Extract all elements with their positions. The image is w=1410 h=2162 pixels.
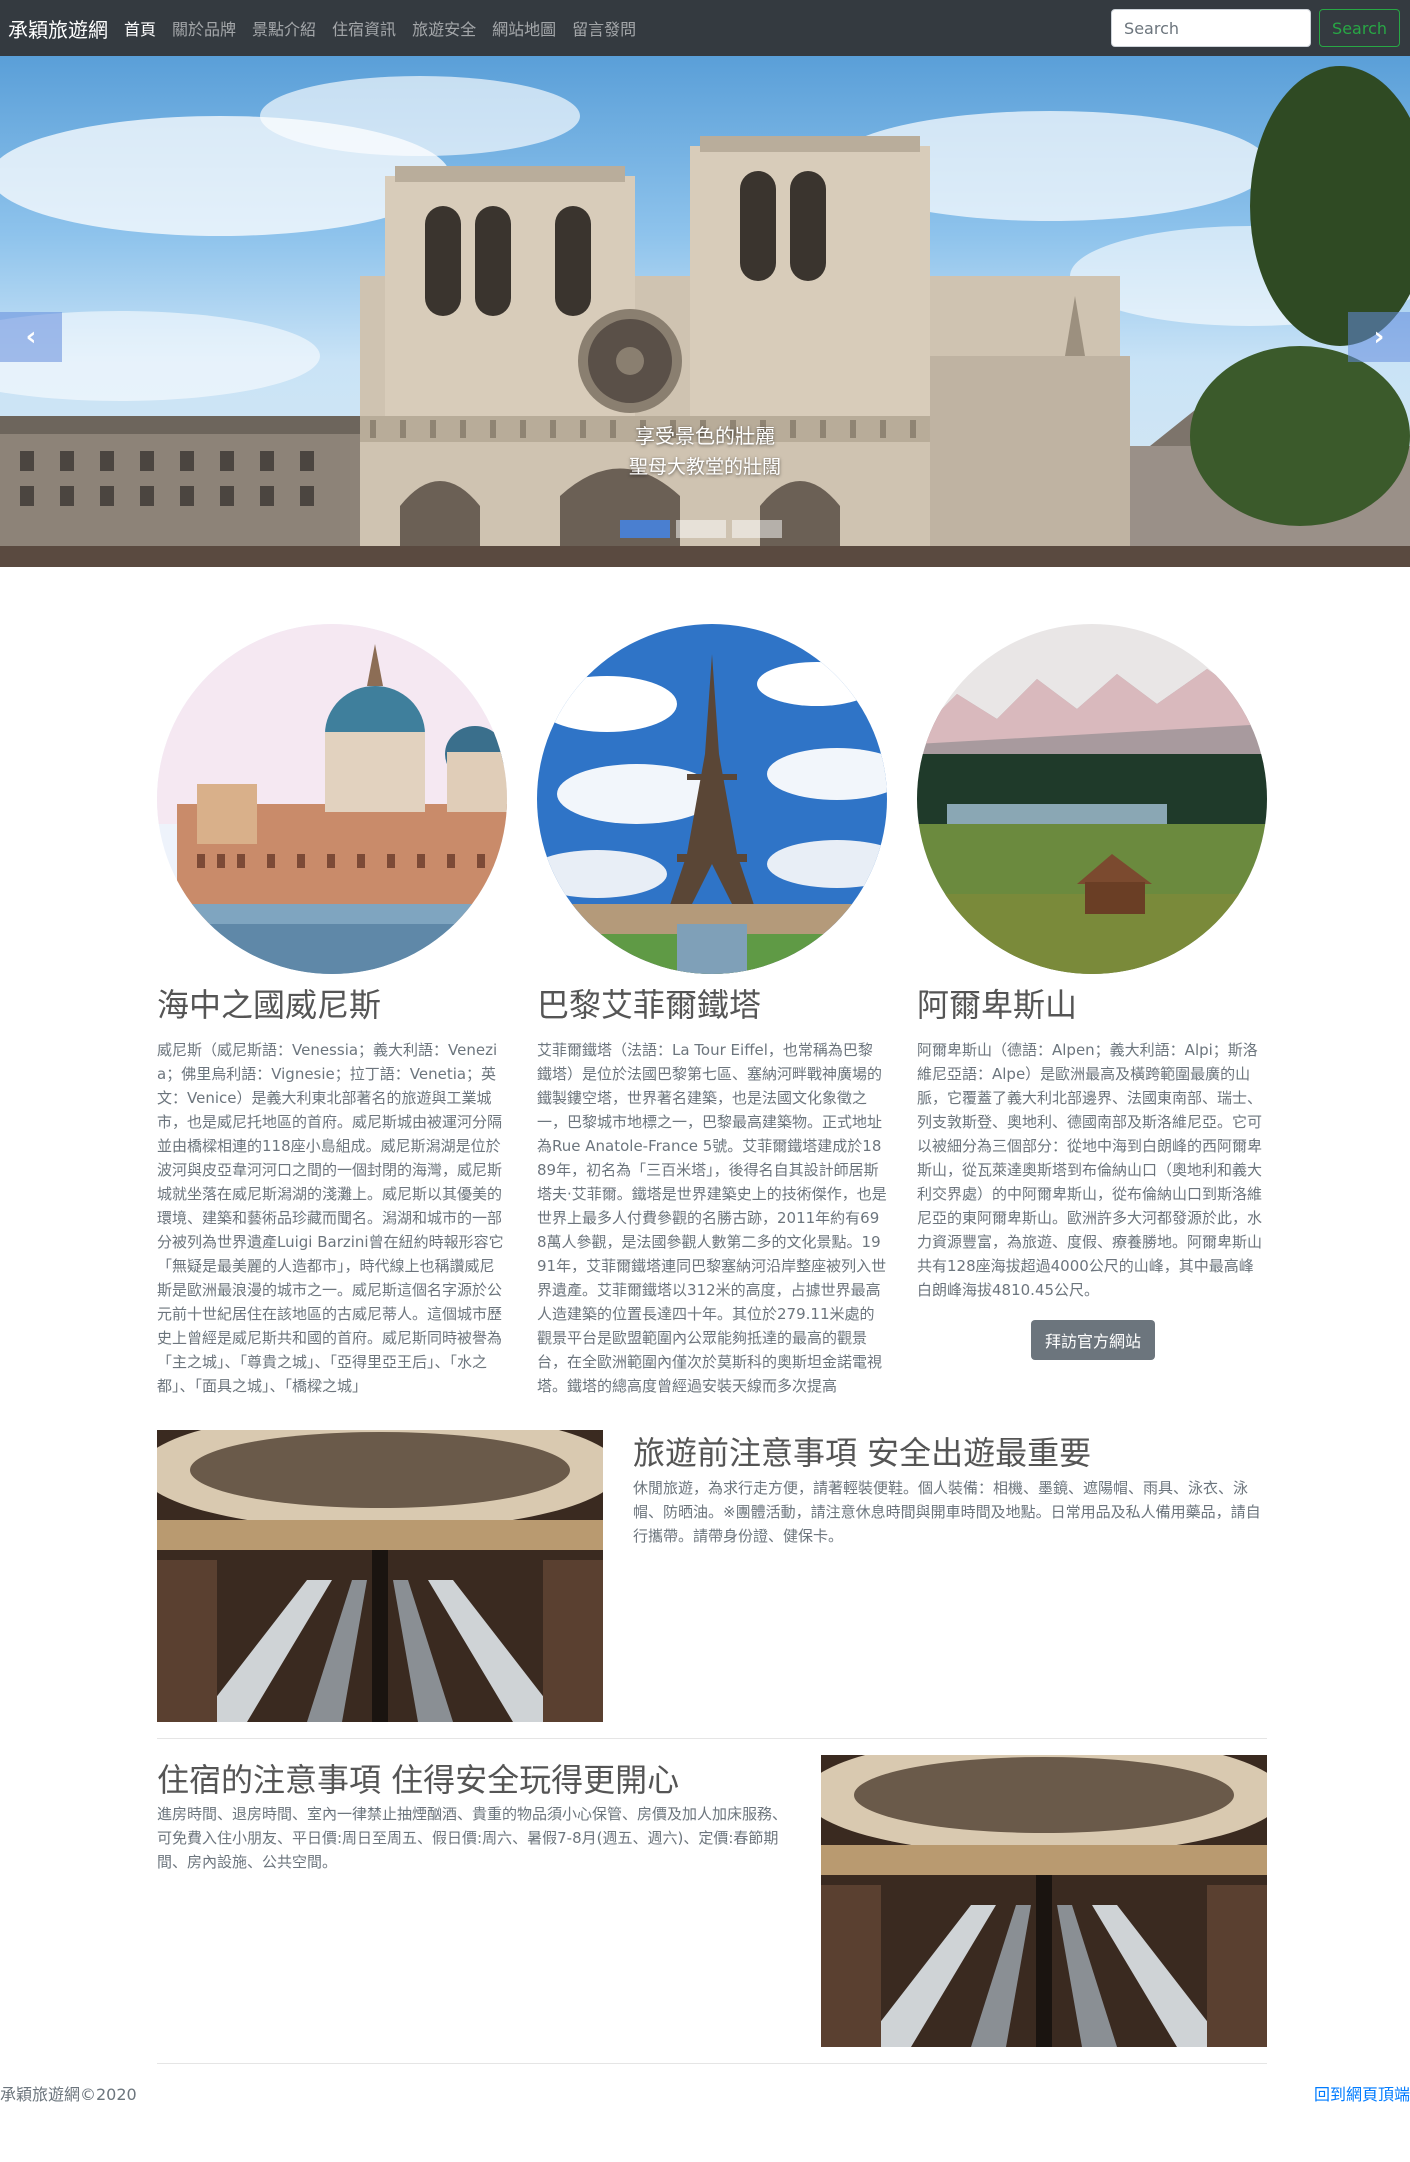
chevron-left-icon: ‹ xyxy=(25,322,37,352)
travel-notice-text: 休閒旅遊，為求行走方便，請著輕裝便鞋。個人裝備：相機、墨鏡、遮陽帽、雨具、泳衣、… xyxy=(633,1479,1261,1545)
divider xyxy=(157,1738,1267,1739)
alps-image xyxy=(917,624,1267,974)
escalator-image-2 xyxy=(821,1755,1267,2047)
accommodation-notice-text: 進房時間、退房時間、室內一律禁止抽煙酗酒、貴重的物品須小心保管、房價及加人加床服… xyxy=(157,1805,788,1871)
nav-sitemap[interactable]: 網站地圖 xyxy=(492,16,556,40)
carousel-indicator-1[interactable] xyxy=(620,520,670,538)
venice-image xyxy=(157,624,507,974)
nav-accommodation[interactable]: 住宿資訊 xyxy=(332,16,396,40)
feature-alps: 阿爾卑斯山 阿爾卑斯山（德語：Alpen；義大利語：Alpi；斯洛維尼亞語：Al… xyxy=(917,624,1267,1360)
feature-eiffel-text: 艾菲爾鐵塔（法語：La Tour Eiffel，也常稱為巴黎鐵塔）是位於法國巴黎… xyxy=(537,1041,887,1395)
accommodation-notice-title: 住宿的注意事項 住得安全玩得更開心 xyxy=(157,1761,680,1799)
footer-copyright: 承穎旅遊網©2020 xyxy=(0,2085,137,2104)
hero-carousel: 享受景色的壯麗 聖母大教堂的壯闊 ‹ › xyxy=(0,56,1410,567)
brand-logo[interactable]: 承穎旅遊網 xyxy=(8,14,108,43)
search-input[interactable] xyxy=(1111,9,1312,47)
back-to-top-link[interactable]: 回到網頁頂端 xyxy=(1314,2081,1410,2105)
nav-attractions[interactable]: 景點介紹 xyxy=(252,16,316,40)
top-navbar: 承穎旅遊網 首頁 關於品牌 景點介紹 住宿資訊 旅遊安全 網站地圖 留言發問 S… xyxy=(0,0,1410,56)
nav-about-brand[interactable]: 關於品牌 xyxy=(172,16,236,40)
feature-alps-title: 阿爾卑斯山 xyxy=(917,986,1078,1024)
carousel-caption-text: 聖母大教堂的壯闊 xyxy=(628,456,781,478)
feature-venice: 海中之國威尼斯 威尼斯（威尼斯語：Venessia；義大利語：Venezia；佛… xyxy=(157,624,507,1408)
notre-dame-cathedral-image xyxy=(0,66,1410,567)
nav-message-board[interactable]: 留言發問 xyxy=(572,16,636,40)
feature-eiffel: 巴黎艾菲爾鐵塔 艾菲爾鐵塔（法語：La Tour Eiffel，也常稱為巴黎鐵塔… xyxy=(537,624,887,1408)
escalator-image xyxy=(157,1430,603,1722)
visit-official-site-button[interactable]: 拜訪官方網站 xyxy=(1031,1320,1156,1360)
nav-travel-safety[interactable]: 旅遊安全 xyxy=(412,16,476,40)
eiffel-tower-image xyxy=(537,624,887,974)
chevron-right-icon: › xyxy=(1373,322,1385,352)
carousel-caption-title: 享受景色的壯麗 xyxy=(635,424,775,448)
nav-home[interactable]: 首頁 xyxy=(124,16,156,40)
feature-venice-text: 威尼斯（威尼斯語：Venessia；義大利語：Venezia；佛里烏利語：Vig… xyxy=(157,1041,504,1395)
carousel-indicator-3[interactable] xyxy=(732,520,782,538)
carousel-indicators xyxy=(617,520,785,538)
feature-alps-text: 阿爾卑斯山（德語：Alpen；義大利語：Alpi；斯洛維尼亞語：Alpe）是歐洲… xyxy=(917,1041,1263,1299)
nav-links: 首頁 關於品牌 景點介紹 住宿資訊 旅遊安全 網站地圖 留言發問 xyxy=(124,16,652,40)
carousel-prev-button[interactable]: ‹ xyxy=(0,312,62,362)
feature-eiffel-title: 巴黎艾菲爾鐵塔 xyxy=(537,986,762,1024)
search-form: Search xyxy=(1111,9,1400,47)
feature-venice-title: 海中之國威尼斯 xyxy=(157,986,382,1024)
travel-notice-title: 旅遊前注意事項 安全出遊最重要 xyxy=(633,1434,1092,1472)
carousel-indicator-2[interactable] xyxy=(676,520,726,538)
divider-2 xyxy=(157,2063,1267,2064)
search-button[interactable]: Search xyxy=(1319,9,1400,47)
carousel-next-button[interactable]: › xyxy=(1348,312,1410,362)
